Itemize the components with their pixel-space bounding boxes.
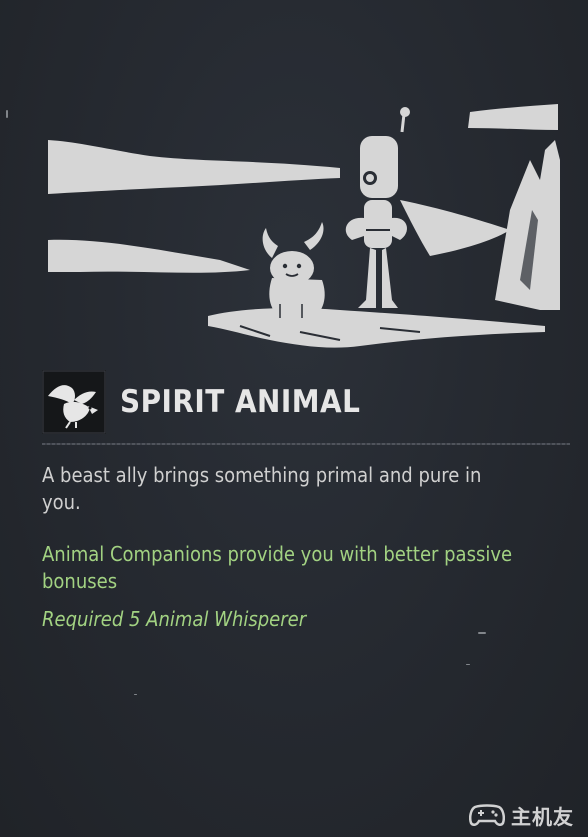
dust-speck: [6, 110, 8, 118]
cloud-streak: [400, 200, 510, 256]
dust-speck: [466, 664, 470, 665]
perk-title: SPIRIT ANIMAL: [120, 384, 361, 420]
watermark: 主机友: [469, 801, 574, 829]
perk-requirement: Required 5 Animal Whisperer: [42, 607, 307, 631]
cloud-streak: [468, 104, 558, 130]
perk-header: SPIRIT ANIMAL: [42, 370, 562, 434]
divider: [42, 443, 570, 445]
dust-speck: [478, 632, 486, 634]
robot-character: [345, 107, 410, 308]
perk-bonus: Animal Companions provide you with bette…: [42, 542, 513, 593]
perk-illustration: [48, 104, 560, 348]
cloud-streak: [48, 239, 250, 273]
horned-beast: [262, 222, 325, 318]
eagle-icon: [42, 370, 106, 434]
gamepad-icon: [469, 804, 505, 826]
watermark-text: 主机友: [511, 804, 574, 829]
dust-speck: [134, 694, 137, 695]
cliff-ledge: [208, 308, 545, 348]
perk-card: SPIRIT ANIMAL A beast ally brings someth…: [0, 0, 588, 837]
cloud-streak: [48, 140, 340, 194]
perk-description: A beast ally brings something primal and…: [42, 463, 482, 514]
